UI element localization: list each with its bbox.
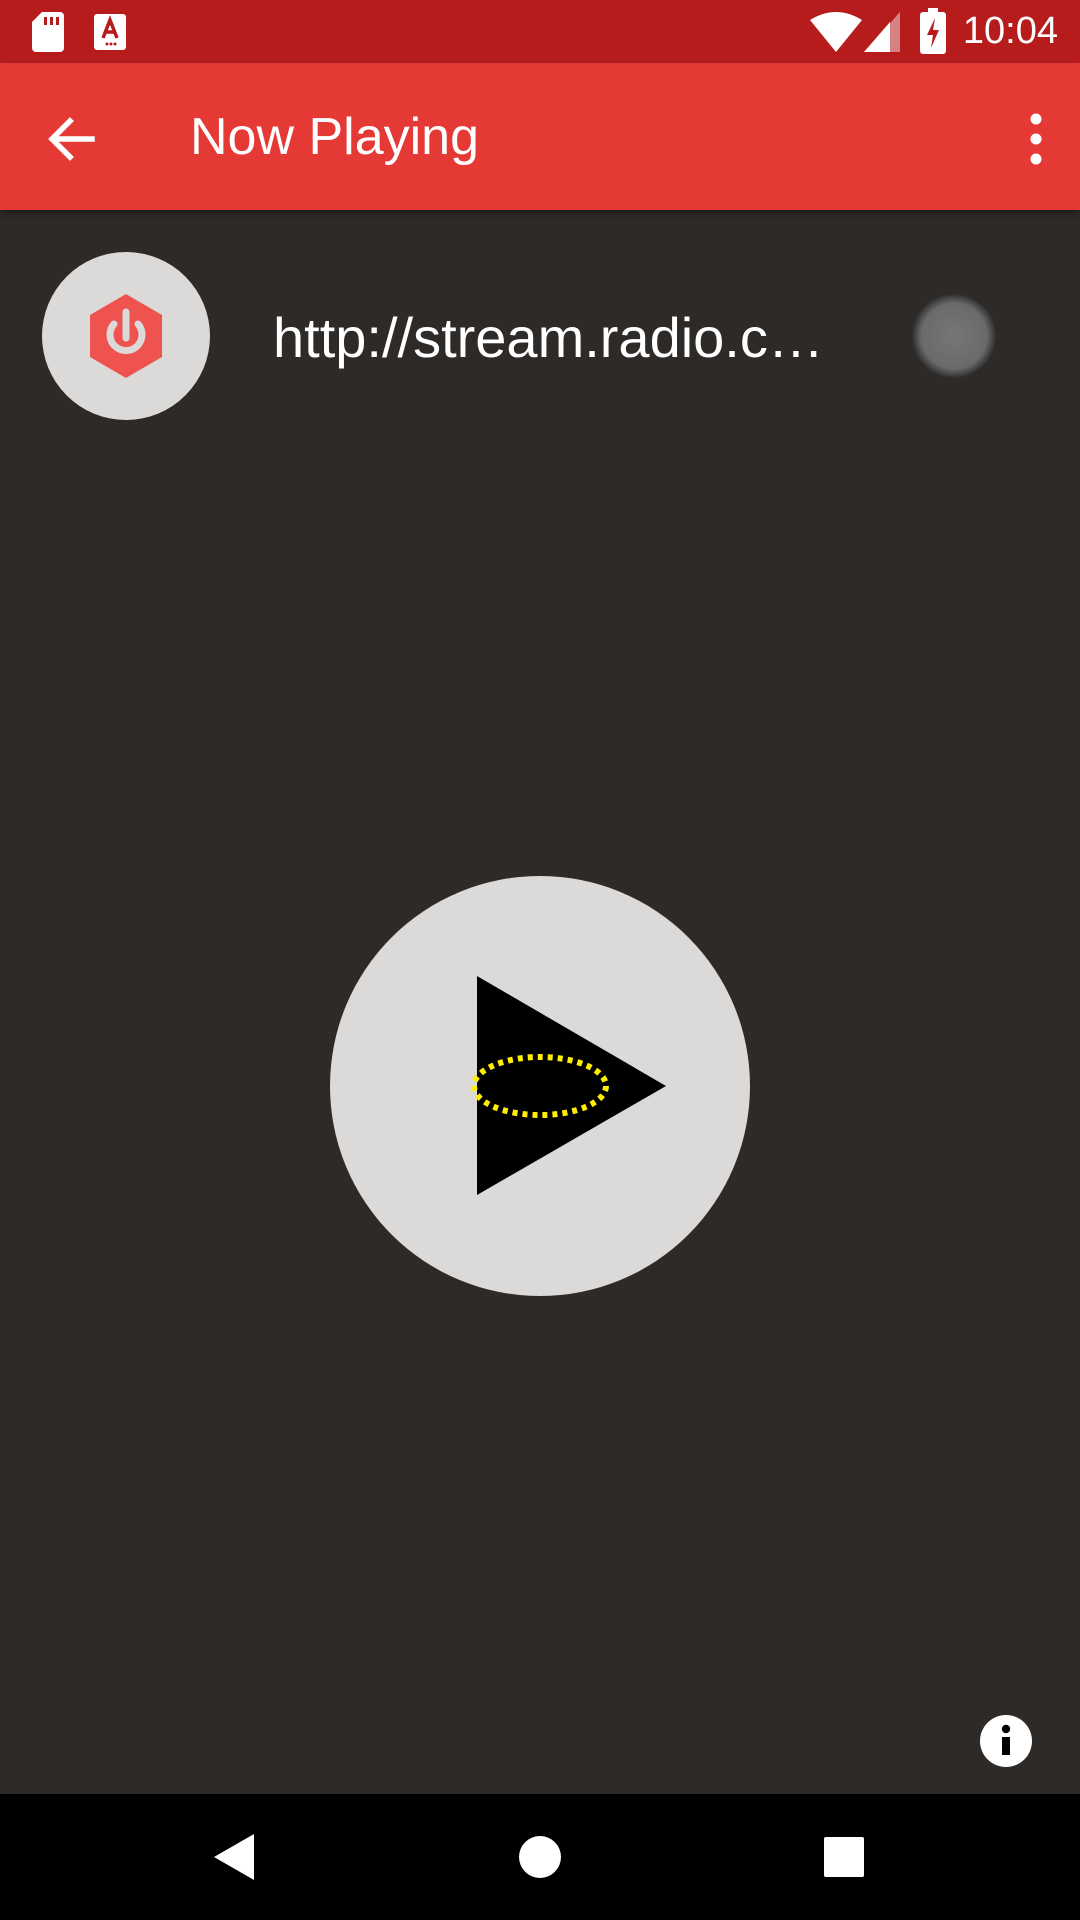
navigation-bar <box>0 1794 1080 1920</box>
stream-status-indicator <box>912 294 996 378</box>
status-time: 10:04 <box>962 10 1058 52</box>
nav-back-icon <box>214 1834 254 1880</box>
sd-card-icon <box>32 12 64 52</box>
wifi-icon <box>810 12 862 52</box>
now-playing-screen: 10:04 Now Playing http://stream.radio.c… <box>0 0 1080 1920</box>
overflow-menu-button[interactable] <box>998 101 1062 177</box>
info-button[interactable] <box>980 1715 1032 1767</box>
page-title: Now Playing <box>190 108 480 166</box>
status-bar: 10:04 <box>0 0 1080 63</box>
app-bar: Now Playing <box>0 63 1080 210</box>
back-button[interactable] <box>34 101 110 177</box>
station-url: http://stream.radio.c… <box>273 306 824 369</box>
battery-charging-icon <box>920 8 946 54</box>
more-vert-icon <box>1030 113 1042 165</box>
play-icon <box>471 976 666 1195</box>
signal-icon <box>864 12 900 52</box>
font-download-icon <box>94 14 126 50</box>
nav-recents-icon <box>824 1837 864 1877</box>
station-logo <box>42 252 210 420</box>
info-icon <box>1001 1724 1011 1755</box>
play-button[interactable] <box>330 876 750 1296</box>
nav-home-button[interactable] <box>495 1814 585 1900</box>
nav-back-button[interactable] <box>190 1814 280 1900</box>
power-hexagon-icon <box>90 294 162 378</box>
arrow-back-icon <box>48 117 95 161</box>
nav-home-icon <box>519 1836 561 1878</box>
nav-recents-button[interactable] <box>799 1814 889 1900</box>
